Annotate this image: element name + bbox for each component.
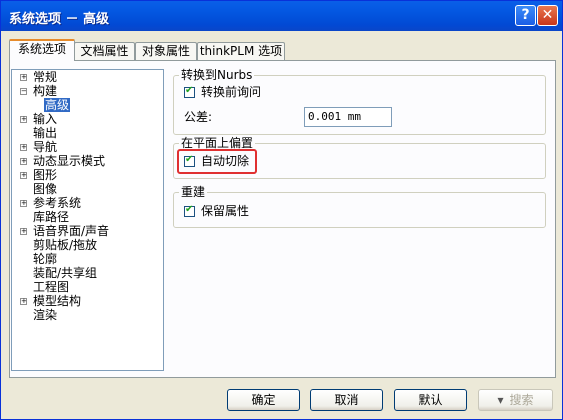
- expand-icon[interactable]: +: [20, 74, 27, 81]
- group-title-rebuild: 重建: [179, 185, 208, 199]
- help-button[interactable]: ?: [515, 5, 536, 26]
- cancel-button[interactable]: 取消: [310, 389, 383, 411]
- expand-icon[interactable]: +: [20, 144, 27, 151]
- group-title-offset: 在平面上偏置: [179, 136, 256, 150]
- tree-item-outline[interactable]: 轮廓: [33, 252, 57, 266]
- keep-attributes-checkbox[interactable]: [184, 204, 195, 217]
- expand-icon[interactable]: +: [20, 228, 27, 235]
- close-button[interactable]: ✕: [537, 5, 558, 26]
- tab-object-properties[interactable]: 对象属性: [135, 42, 197, 60]
- search-button[interactable]: ▾ 搜索: [478, 389, 553, 411]
- title-bar[interactable]: 系统选项 － 高级 ? ✕: [1, 1, 562, 31]
- system-options-dialog: 系统选项 － 高级 ? ✕ 系统选项 文档属性 对象属性 thinkPLM 选项…: [0, 0, 563, 420]
- expand-icon[interactable]: +: [20, 116, 27, 123]
- tree-item-output[interactable]: 输出: [33, 126, 57, 140]
- search-button-label: 搜索: [509, 393, 534, 407]
- tree-item-drawing[interactable]: 工程图: [33, 280, 69, 294]
- expand-icon[interactable]: +: [20, 172, 27, 179]
- default-button[interactable]: 默认: [394, 389, 467, 411]
- window-title: 系统选项 － 高级: [9, 12, 110, 27]
- tree-item-rendering[interactable]: 渲染: [33, 308, 57, 322]
- collapse-icon[interactable]: −: [20, 88, 27, 95]
- tree-item-clipboard[interactable]: 剪贴板/拖放: [33, 238, 97, 252]
- auto-cut-checkbox[interactable]: [184, 154, 195, 167]
- ask-before-convert-checkbox[interactable]: [184, 85, 195, 98]
- tolerance-label: 公差:: [184, 110, 213, 124]
- options-tree[interactable]: + 常规 − 构建 高级 + 输入 输出 + 导航 + 动态显示模式 + 图形: [11, 69, 164, 371]
- expand-icon[interactable]: +: [20, 158, 27, 165]
- tolerance-input[interactable]: 0.001 mm: [304, 107, 392, 127]
- expand-icon[interactable]: +: [20, 200, 27, 207]
- tab-system-options[interactable]: 系统选项: [9, 39, 75, 61]
- tree-item-library-path[interactable]: 库路径: [33, 210, 69, 224]
- ask-before-convert-label: 转换前询问: [201, 85, 262, 99]
- expand-icon[interactable]: +: [20, 298, 27, 305]
- tree-item-advanced[interactable]: 高级: [44, 98, 71, 112]
- tree-item-image[interactable]: 图像: [33, 182, 57, 196]
- tree-item-assembly[interactable]: 装配/共享组: [33, 266, 97, 280]
- ok-button[interactable]: 确定: [227, 389, 300, 411]
- keep-attributes-label: 保留属性: [201, 204, 250, 218]
- tab-thinkplm-options[interactable]: thinkPLM 选项: [197, 42, 285, 60]
- group-title-nurbs: 转换到Nurbs: [179, 68, 255, 82]
- dropdown-arrow-icon: ▾: [497, 393, 504, 407]
- tab-document-properties[interactable]: 文档属性: [74, 42, 135, 60]
- auto-cut-label: 自动切除: [201, 154, 250, 168]
